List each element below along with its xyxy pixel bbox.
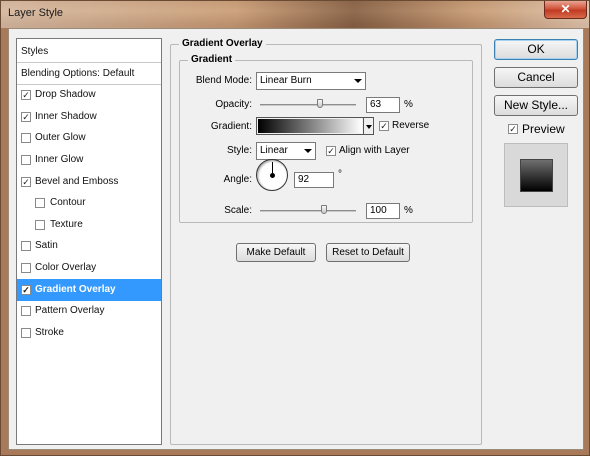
opacity-unit: % (404, 99, 413, 110)
style-item-label: Satin (35, 240, 58, 252)
angle-input[interactable]: 92 (294, 172, 334, 188)
scale-input[interactable]: 100 (366, 203, 400, 219)
checkbox-icon[interactable]: ✓ (21, 111, 31, 122)
gradient-label: Gradient: (210, 121, 252, 132)
style-item-blending-options-default[interactable]: Blending Options: Default (17, 63, 161, 85)
style-item-contour[interactable]: Contour (17, 192, 161, 214)
reverse-check-icon[interactable]: ✓ (379, 121, 389, 131)
preview-swatch (520, 159, 553, 192)
gradient-subgroup-title: Gradient (188, 54, 236, 65)
style-item-outer-glow[interactable]: Outer Glow (17, 127, 161, 149)
opacity-slider-thumb[interactable] (317, 99, 324, 108)
cancel-button[interactable]: Cancel (494, 67, 578, 88)
style-preview (504, 143, 568, 207)
style-item-label: Styles (21, 46, 49, 57)
style-item-label: Pattern Overlay (35, 305, 105, 317)
angle-unit: ° (338, 169, 342, 180)
chevron-down-icon (366, 125, 372, 129)
style-item-texture[interactable]: Texture (17, 214, 161, 236)
reverse-checkbox[interactable]: ✓ Reverse (379, 120, 439, 132)
align-with-layer-label: Align with Layer (339, 145, 410, 156)
scale-label: Scale: (224, 205, 252, 216)
angle-dial[interactable] (256, 159, 288, 191)
title-bar[interactable]: Layer Style ✕ (1, 1, 589, 28)
gradient-preview-fill (258, 119, 362, 133)
reset-to-default-button[interactable]: Reset to Default (326, 243, 410, 262)
style-label: Style: (226, 145, 252, 156)
checkbox-icon[interactable]: ✓ (21, 90, 31, 101)
style-item-inner-shadow[interactable]: ✓ Inner Shadow (17, 106, 161, 128)
style-item-label: Color Overlay (35, 262, 97, 273)
close-icon[interactable]: ✕ (544, 1, 587, 19)
angle-center-icon (270, 173, 275, 178)
ok-button[interactable]: OK (494, 39, 578, 60)
blend-mode-dropdown[interactable]: Linear Burn (256, 72, 366, 90)
checkbox-icon[interactable]: ✓ (21, 284, 31, 295)
style-item-label: Outer Glow (35, 132, 86, 144)
blend-mode-value: Linear Burn (260, 75, 312, 86)
opacity-input[interactable]: 63 (366, 97, 400, 113)
scale-slider-track[interactable] (260, 210, 356, 212)
style-item-label: Inner Shadow (35, 110, 97, 122)
style-item-satin[interactable]: Satin (17, 235, 161, 257)
checkbox-icon[interactable]: ✓ (21, 176, 31, 187)
scale-unit: % (404, 205, 413, 216)
preview-checkbox[interactable]: ✓ Preview (508, 122, 578, 136)
checkbox-icon[interactable] (21, 306, 31, 317)
angle-label: Angle: (223, 174, 252, 185)
style-item-inner-glow[interactable]: Inner Glow (17, 149, 161, 171)
style-item-bevel-and-emboss[interactable]: ✓ Bevel and Emboss (17, 171, 161, 193)
gradient-overlay-group: Gradient Overlay Gradient Blend Mode: Li… (170, 38, 482, 445)
style-item-label: Texture (50, 218, 83, 230)
style-item-label: Inner Glow (35, 154, 84, 165)
style-item-label: Blending Options: Default (21, 67, 135, 79)
style-value: Linear (260, 145, 288, 156)
new-style-button[interactable]: New Style... (494, 95, 578, 116)
checkbox-icon[interactable] (21, 263, 31, 273)
checkbox-icon[interactable] (21, 155, 31, 165)
window-title: Layer Style (8, 7, 64, 19)
blend-mode-label: Blend Mode: (195, 75, 252, 86)
reverse-label: Reverse (392, 120, 430, 131)
scale-value: 100 (370, 205, 387, 216)
opacity-value: 63 (370, 99, 382, 110)
style-item-stroke[interactable]: Stroke (17, 322, 161, 344)
style-item-label: Bevel and Emboss (35, 175, 119, 187)
chevron-down-icon (354, 79, 362, 83)
styles-list: Styles Blending Options: Default ✓ Drop Sha… (16, 38, 162, 445)
chevron-down-icon (304, 149, 312, 153)
style-item-pattern-overlay[interactable]: Pattern Overlay (17, 300, 161, 322)
style-item-label: Contour (50, 197, 86, 209)
style-item-label: Gradient Overlay (35, 283, 116, 295)
preview-check-icon[interactable]: ✓ (508, 124, 518, 134)
checkbox-icon[interactable] (35, 219, 45, 230)
make-default-button[interactable]: Make Default (236, 243, 316, 262)
angle-value: 92 (298, 174, 310, 185)
style-item-color-overlay[interactable]: Color Overlay (17, 257, 161, 279)
style-item-gradient-overlay[interactable]: ✓ Gradient Overlay (17, 278, 161, 301)
style-item-label: Drop Shadow (35, 89, 96, 101)
gradient-subgroup: Gradient Blend Mode: Linear Burn Opacity… (179, 54, 473, 223)
layer-style-window: Layer Style ✕ Styles Blending Options: De… (0, 0, 590, 456)
gradient-picker-button[interactable] (364, 117, 374, 135)
style-item-drop-shadow[interactable]: ✓ Drop Shadow (17, 84, 161, 106)
checkbox-icon[interactable] (21, 241, 31, 252)
dialog-client-area: Styles Blending Options: Default ✓ Drop Sha… (8, 28, 584, 450)
align-with-layer-checkbox[interactable]: ✓ Align with Layer (326, 145, 426, 157)
style-item-label: Stroke (35, 326, 64, 338)
opacity-label: Opacity: (215, 99, 252, 110)
gradient-overlay-title: Gradient Overlay (179, 38, 266, 49)
preview-label: Preview (522, 122, 565, 136)
opacity-slider-track[interactable] (260, 104, 356, 106)
checkbox-icon[interactable] (21, 133, 31, 144)
align-check-icon[interactable]: ✓ (326, 146, 336, 156)
checkbox-icon[interactable] (21, 327, 31, 338)
style-dropdown[interactable]: Linear (256, 142, 316, 160)
scale-slider-thumb[interactable] (321, 205, 328, 214)
gradient-swatch[interactable] (256, 117, 364, 135)
style-item-styles[interactable]: Styles (17, 41, 161, 63)
checkbox-icon[interactable] (35, 198, 45, 209)
